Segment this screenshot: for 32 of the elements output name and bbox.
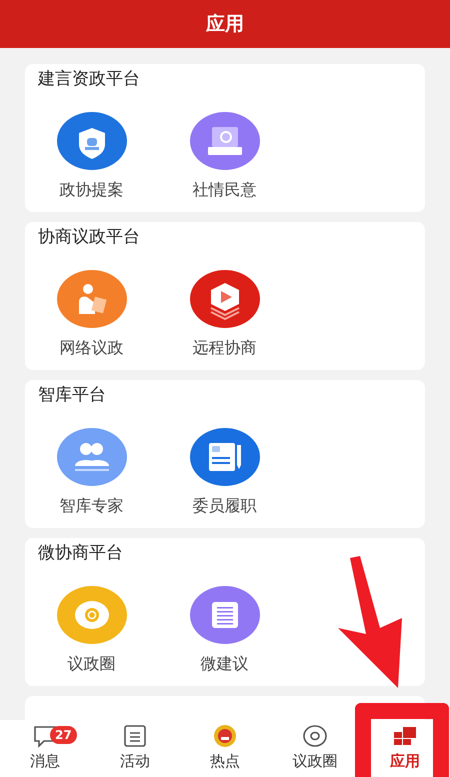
tab[interactable]: 应用 [360, 720, 450, 777]
list-icon[interactable] [190, 586, 260, 644]
people-icon[interactable] [56, 428, 126, 486]
tab[interactable]: 议政圈 [270, 720, 360, 777]
section-title: 智库平台 [37, 384, 107, 406]
grid-icon [392, 724, 418, 748]
count-badge: 27 [50, 726, 77, 744]
reader-icon[interactable] [56, 270, 126, 328]
tab[interactable]: 热点 [180, 720, 270, 777]
ring-icon [302, 724, 328, 748]
tab[interactable]: 消息 27 [0, 720, 90, 777]
app-label[interactable]: 社情民意 [192, 180, 256, 201]
app-label[interactable]: 智库专家 [60, 496, 124, 517]
arrow-icon [336, 556, 404, 690]
header-title: 应用 [206, 12, 244, 37]
section-title: 建言资政平台 [36, 68, 141, 90]
app-label[interactable]: 网络议政 [60, 338, 124, 359]
shield-icon[interactable] [56, 112, 126, 170]
document-icon[interactable] [190, 428, 260, 486]
app-label[interactable]: 远程协商 [192, 338, 256, 359]
section-title: 微协商平台 [37, 542, 124, 564]
tab[interactable]: 活动 [90, 720, 180, 777]
video-icon[interactable] [190, 270, 260, 328]
emblem-icon [212, 724, 238, 748]
list-icon [122, 724, 148, 748]
app-label[interactable]: 政协提案 [60, 180, 124, 201]
ring-icon[interactable] [56, 586, 126, 644]
section-title: 协商议政平台 [37, 226, 141, 248]
app-label[interactable]: 微建议 [200, 654, 248, 675]
app-label[interactable]: 委员履职 [192, 496, 256, 517]
screen-icon[interactable] [190, 112, 260, 170]
app-label[interactable]: 议政圈 [68, 654, 116, 675]
